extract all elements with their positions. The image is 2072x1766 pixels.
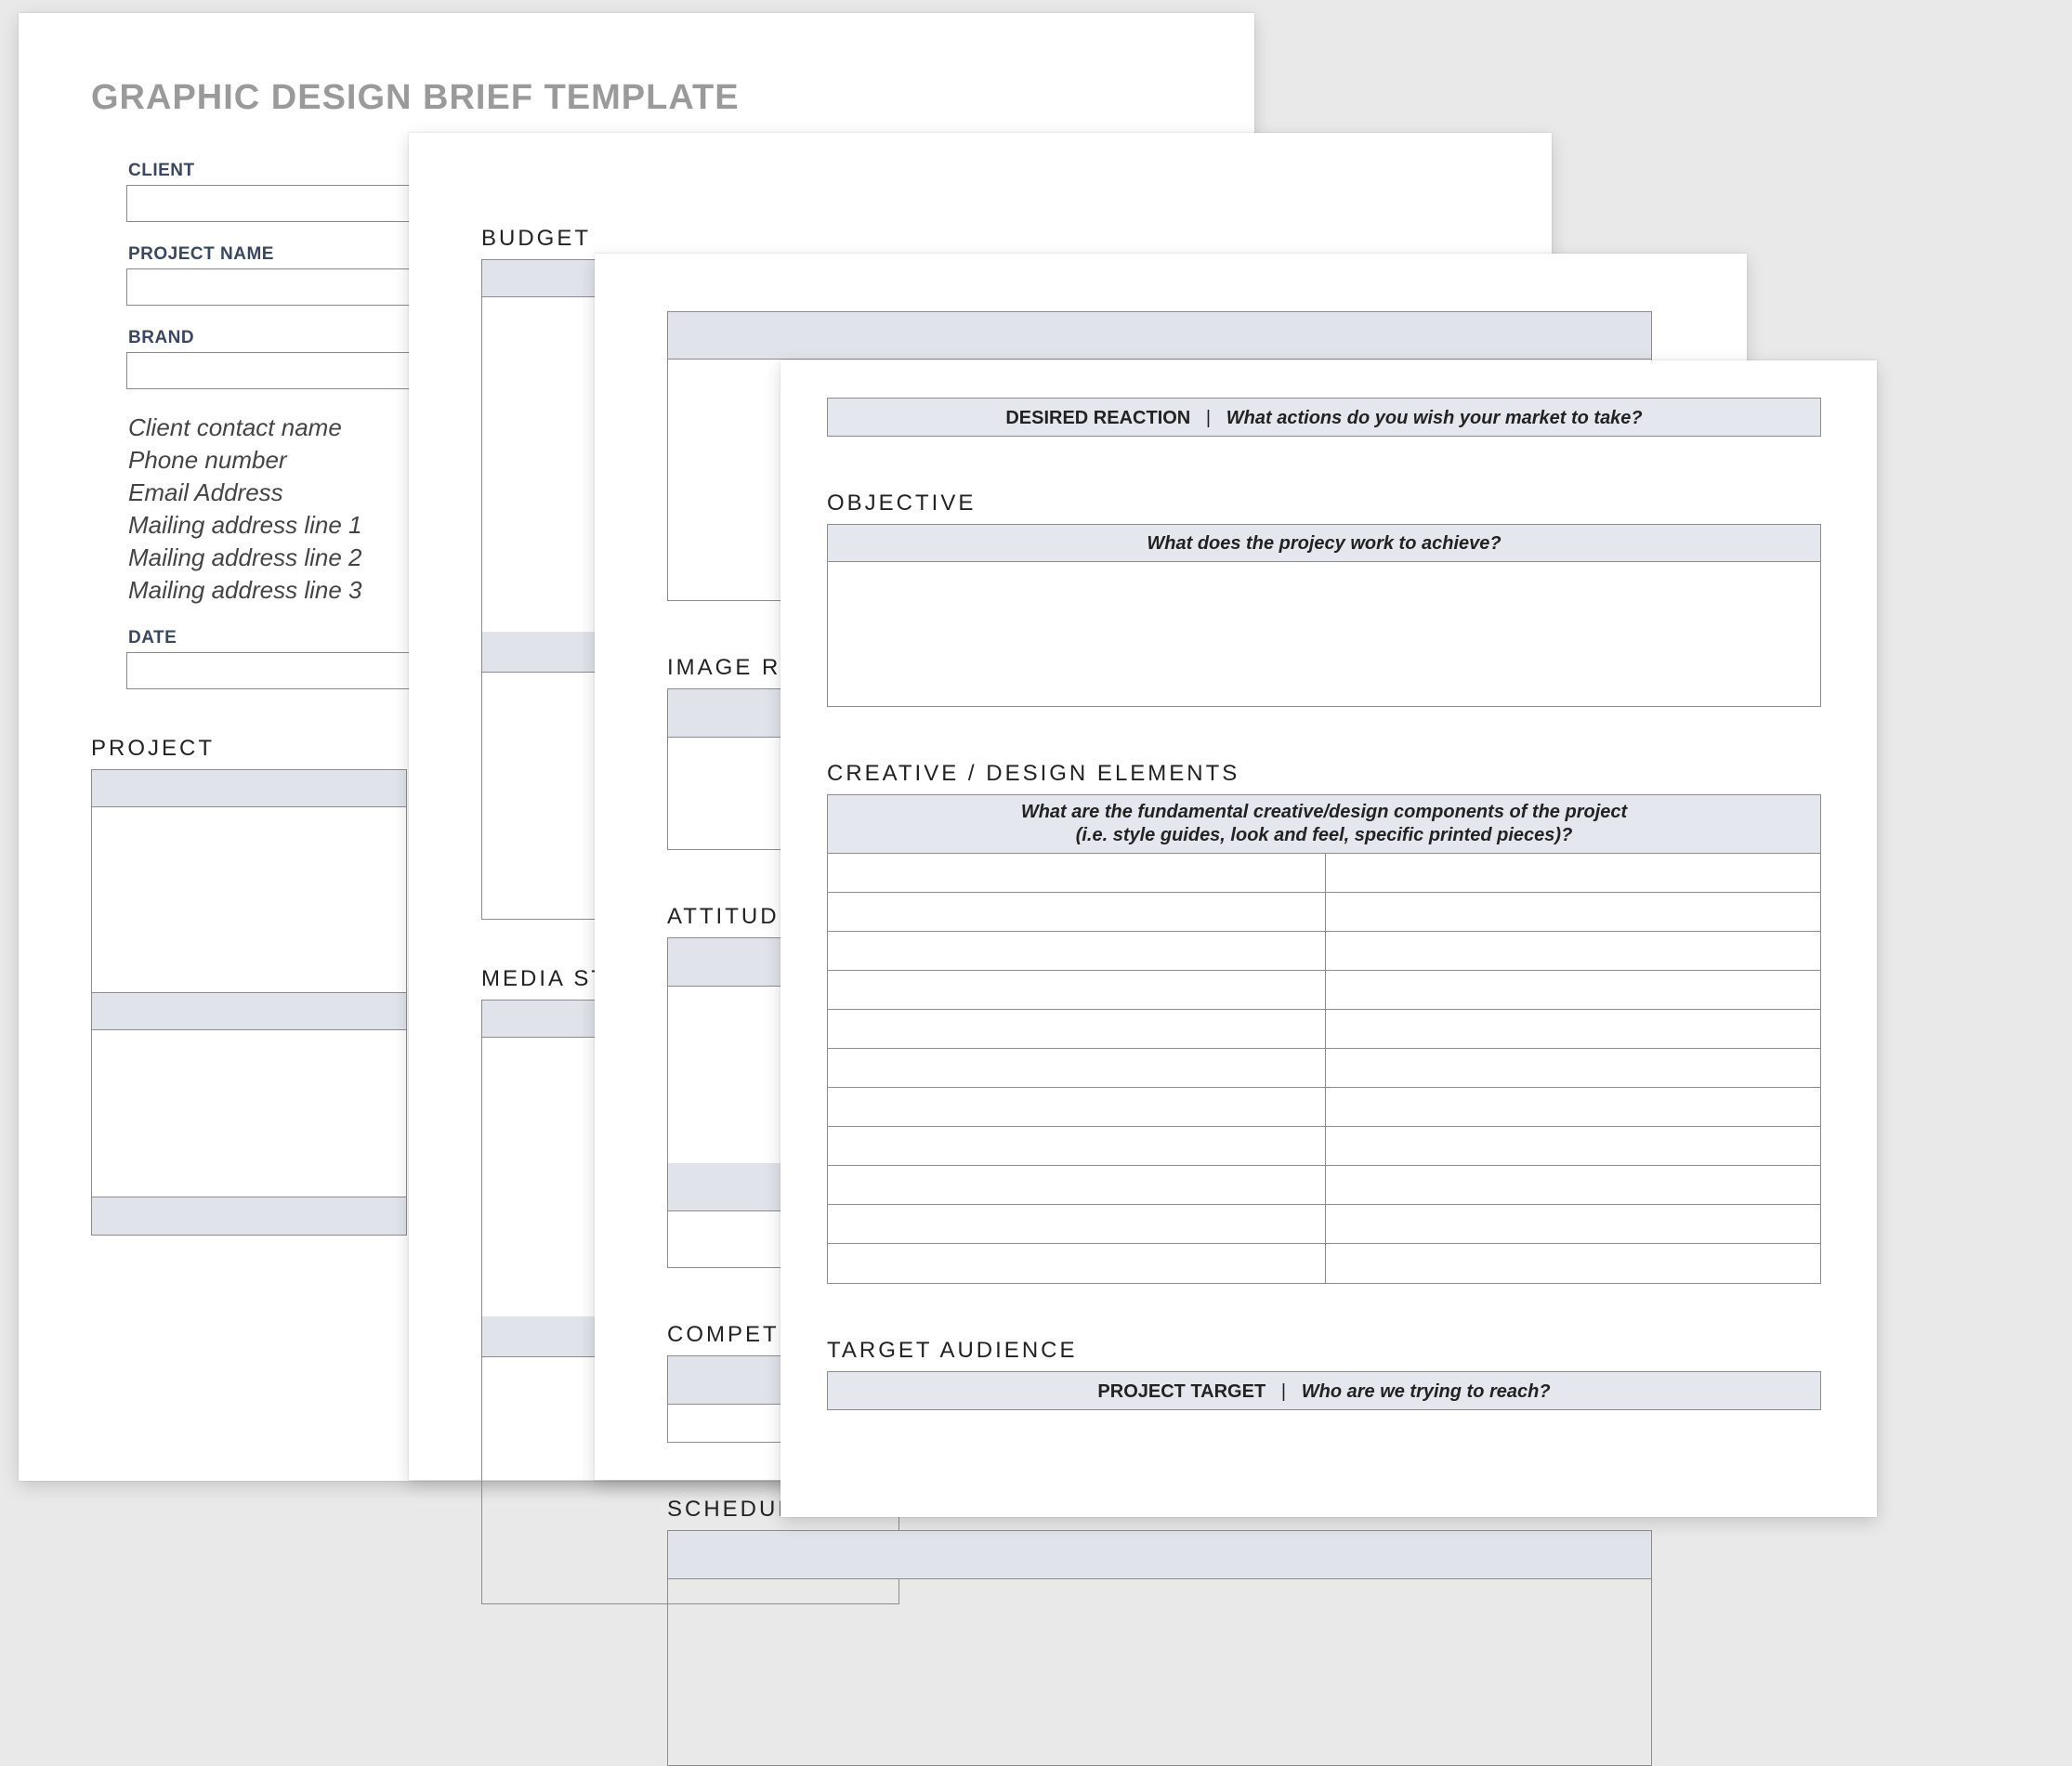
project-body[interactable] — [92, 807, 406, 993]
project-body-2[interactable] — [92, 1030, 406, 1197]
schedule-band — [668, 1531, 1651, 1579]
table-row[interactable] — [828, 1166, 1820, 1205]
section-target-label: TARGET AUDIENCE — [827, 1338, 1830, 1364]
creative-prompt: What are the fundamental creative/design… — [828, 795, 1820, 854]
table-row[interactable] — [828, 1049, 1820, 1088]
doc-title: GRAPHIC DESIGN BRIEF TEMPLATE — [91, 78, 1182, 118]
input-client[interactable] — [126, 185, 438, 222]
target-prompt: Who are we trying to reach? — [1302, 1381, 1551, 1402]
project-header-band — [92, 770, 406, 807]
schedule-body[interactable] — [668, 1579, 1651, 1765]
table-row[interactable] — [828, 893, 1820, 932]
project-band-3 — [92, 1197, 406, 1235]
objective-box: What does the projecy work to achieve? — [827, 524, 1821, 707]
input-project-name[interactable] — [126, 268, 438, 306]
objective-body[interactable] — [828, 562, 1820, 706]
table-row[interactable] — [828, 1088, 1820, 1127]
section-budget-label: BUDGET — [481, 226, 1479, 252]
creative-elements-box: What are the fundamental creative/design… — [827, 794, 1821, 1284]
desired-reaction-prompt: What actions do you wish your market to … — [1226, 408, 1643, 428]
target-label: PROJECT TARGET — [1097, 1381, 1265, 1402]
objective-prompt: What does the projecy work to achieve? — [828, 525, 1820, 562]
table-row[interactable] — [828, 1010, 1820, 1049]
p3-top-band — [667, 311, 1652, 360]
table-row[interactable] — [828, 1127, 1820, 1166]
desired-reaction-label: DESIRED REACTION — [1005, 408, 1190, 428]
table-row[interactable] — [828, 932, 1820, 971]
creative-prompt-l1: What are the fundamental creative/design… — [828, 801, 1820, 824]
table-row[interactable] — [828, 1205, 1820, 1244]
table-row[interactable] — [828, 1244, 1820, 1283]
desired-reaction-band: DESIRED REACTION | What actions do you w… — [827, 398, 1821, 437]
target-band: PROJECT TARGET | Who are we trying to re… — [827, 1371, 1821, 1410]
input-brand[interactable] — [126, 352, 438, 389]
schedule-box — [667, 1530, 1652, 1766]
input-date[interactable] — [126, 652, 438, 689]
table-row[interactable] — [828, 854, 1820, 893]
section-objective-label: OBJECTIVE — [827, 491, 1830, 517]
project-band-2 — [92, 993, 406, 1030]
section-creative-label: CREATIVE / DESIGN ELEMENTS — [827, 761, 1830, 787]
project-box — [91, 769, 407, 1236]
page-4: DESIRED REACTION | What actions do you w… — [780, 360, 1877, 1517]
creative-prompt-l2: (i.e. style guides, look and feel, speci… — [828, 824, 1820, 847]
table-row[interactable] — [828, 971, 1820, 1010]
